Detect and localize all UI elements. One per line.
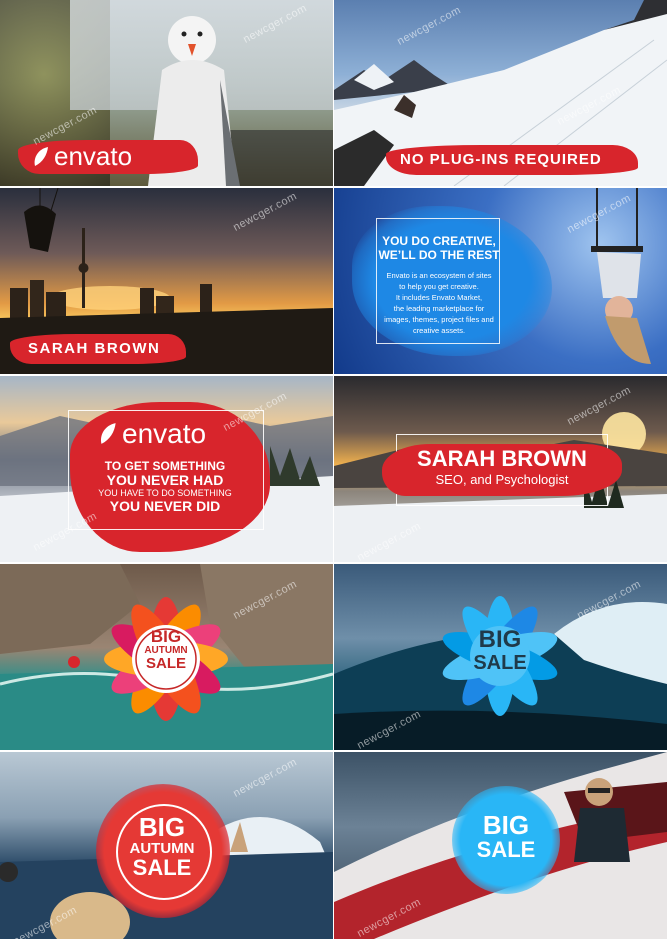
sale-line-sale: SALE (145, 655, 186, 672)
sale-line-sale: SALE (473, 652, 527, 674)
panel-title-line2: WE’LL DO THE REST (378, 248, 500, 262)
sale-text: BIG AUTUMN SALE (136, 628, 196, 672)
tile-sunset-city: SARAH BROWN newcger.com (0, 188, 333, 374)
panel-body-line: Envato is an ecosystem of sites (386, 271, 492, 280)
sale-line-sale: SALE (476, 837, 536, 862)
panel-body-line: It includes Envato Market, (395, 293, 483, 302)
quote-line: YOU NEVER DID (109, 498, 221, 514)
sale-line-big: BIG (478, 626, 522, 653)
tile-blue-swing: YOU DO CREATIVE, WE’LL DO THE REST Envat… (334, 188, 667, 374)
panel-body-line: images, themes, project files and (384, 315, 494, 324)
envato-logo: envato (32, 141, 132, 172)
tile-sarah-brown-card: SARAH BROWN SEO, and Psychologist newcge… (334, 376, 667, 562)
sale-text: BIG SALE (470, 626, 530, 675)
sale-line-big: BIG (138, 812, 186, 842)
caption-text: NO PLUG-INS REQUIRED (400, 151, 602, 168)
tile-seagull-envato: envato newcger.com newcger.com (0, 0, 333, 186)
preview-grid: envato newcger.com newcger.com NO PLUG-I… (0, 0, 667, 939)
tile-red-circle-sale: BIG AUTUMN SALE newcger.com newcger.com (0, 752, 333, 939)
caption-text: SARAH BROWN (28, 340, 161, 357)
brand-text: envato (122, 418, 207, 449)
envato-logo: envato (98, 418, 206, 450)
quote-line: YOU NEVER HAD (106, 472, 224, 488)
envato-leaf-icon (100, 423, 116, 444)
tile-envato-quote: envato TO GET SOMETHING YOU NEVER HAD YO… (0, 376, 333, 562)
person-name: SARAH BROWN (417, 446, 587, 471)
name-block: SARAH BROWN SEO, and Psychologist (382, 446, 622, 488)
panel-body-line: the leading marketplace for (393, 304, 485, 313)
panel-body-line: to help you get creative. (399, 282, 479, 291)
envato-leaf-icon (34, 146, 48, 166)
panel-title-line1: YOU DO CREATIVE, (382, 234, 496, 248)
brand-text: envato (54, 141, 133, 171)
sale-line-big: BIG (482, 810, 530, 840)
panel-body-line: creative assets. (412, 326, 466, 335)
info-panel: YOU DO CREATIVE, WE’LL DO THE REST Envat… (364, 234, 514, 336)
tile-blue-sale-wave: BIG SALE newcger.com newcger.com (334, 564, 667, 750)
sale-line-big: BIG (150, 627, 182, 646)
sale-line-sale: SALE (132, 855, 192, 880)
tile-boat-blue-sale: BIG SALE newcger.com (334, 752, 667, 939)
person-subtitle: SEO, and Psychologist (435, 472, 569, 487)
sale-text: BIG SALE (462, 812, 550, 862)
quote-block: TO GET SOMETHING YOU NEVER HAD YOU HAVE … (80, 460, 250, 514)
sale-text: BIG AUTUMN SALE (112, 814, 212, 879)
tile-autumn-sale-flower: BIG AUTUMN SALE newcger.com (0, 564, 333, 750)
tile-mountain-snow: NO PLUG-INS REQUIRED newcger.com newcger… (334, 0, 667, 186)
